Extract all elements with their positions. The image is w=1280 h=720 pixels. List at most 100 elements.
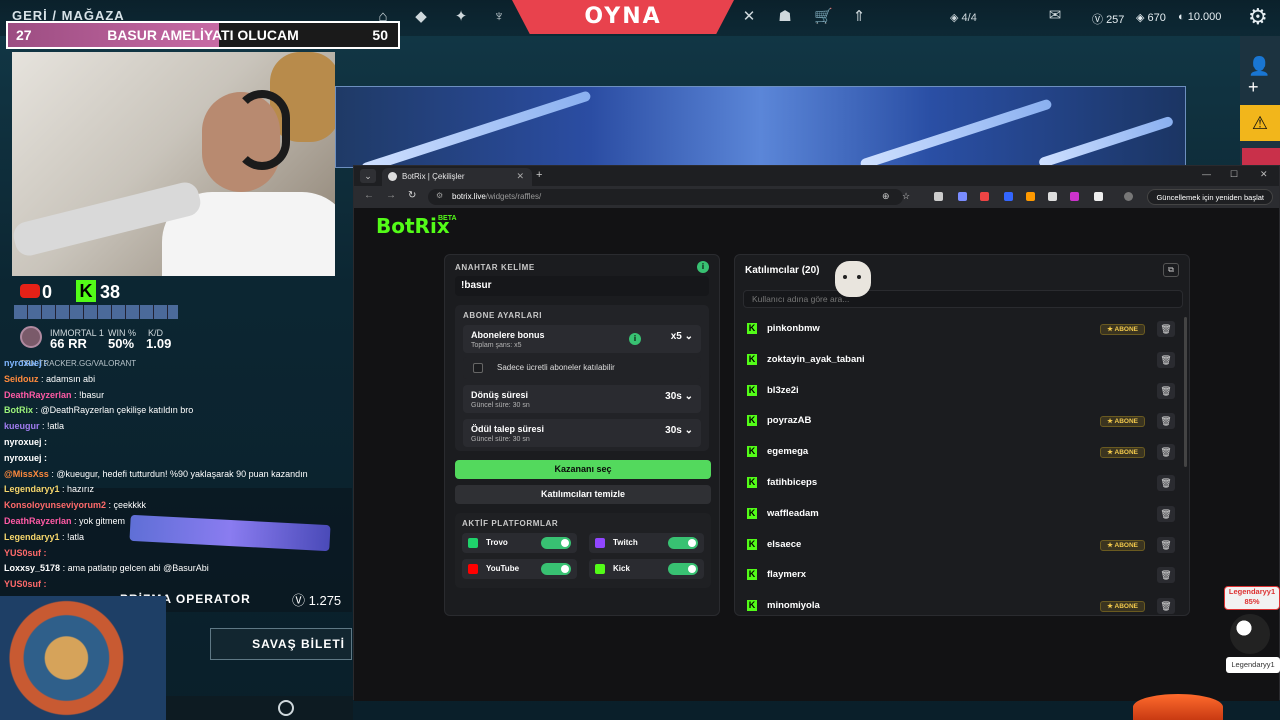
trash-icon[interactable]: 🗑 <box>1157 598 1175 615</box>
platform-toggle[interactable] <box>668 537 698 549</box>
store-banner[interactable] <box>335 86 1186 168</box>
trash-icon[interactable]: 🗑 <box>1157 536 1175 553</box>
kingdom-credits: ◐ 10.000 <box>1178 11 1222 23</box>
chat-username[interactable]: nyroxuej : <box>4 358 47 368</box>
duration-title: Dönüş süresi <box>471 390 529 400</box>
star-icon: ★ <box>1107 326 1115 333</box>
play-button[interactable]: OYNA <box>512 0 734 34</box>
extension-icon[interactable] <box>980 192 989 201</box>
match-history-avatars <box>14 305 178 319</box>
chat-text: : çeekkkk <box>108 500 147 511</box>
social-icon[interactable]: ☗ <box>776 8 794 26</box>
chat-username[interactable]: YUS0suf : <box>4 548 47 558</box>
participant-row: Kminomiyola ★ ABONE 🗑 <box>743 594 1181 615</box>
chat-username[interactable]: nyroxuej : <box>4 453 47 463</box>
participant-row: Kelsaece ★ ABONE 🗑 <box>743 533 1181 557</box>
update-restart-button[interactable]: Güncellemek için yeniden başlat <box>1147 189 1273 205</box>
forward-icon[interactable]: → <box>386 190 396 201</box>
address-bar[interactable]: ⚙ botrix.live/widgets/raffles/ ⊕ ☆ <box>428 189 910 205</box>
copy-icon[interactable]: ⧉ <box>1163 263 1179 277</box>
chat-username[interactable]: BotRix <box>4 405 33 415</box>
extension-icon[interactable] <box>958 192 967 201</box>
info-icon[interactable]: i <box>629 333 641 345</box>
trash-icon[interactable]: 🗑 <box>1157 351 1175 368</box>
subscriber-label: ABONE <box>1114 418 1138 426</box>
trash-icon[interactable]: 🗑 <box>1157 413 1175 430</box>
extensions-puzzle-icon[interactable] <box>1094 192 1103 201</box>
store-cart-icon[interactable]: 🛒 <box>814 8 833 26</box>
chat-username[interactable]: kueugur <box>4 421 40 431</box>
extension-icon[interactable] <box>1048 192 1057 201</box>
url-text: botrix.live/widgets/raffles/ <box>452 192 542 201</box>
back-icon[interactable]: ← <box>364 190 374 201</box>
extension-icon[interactable] <box>1026 192 1035 201</box>
new-tab-icon[interactable]: + <box>536 169 542 181</box>
extension-icon[interactable] <box>934 192 943 201</box>
sub-bonus-select[interactable]: x5 ⌄ <box>671 331 693 342</box>
trash-icon[interactable]: 🗑 <box>1157 505 1175 522</box>
only-paid-checkbox[interactable] <box>473 363 483 373</box>
agents-icon[interactable]: ◆ <box>412 8 430 26</box>
platform-name: Trovo <box>486 538 508 547</box>
trash-icon[interactable]: 🗑 <box>1157 444 1175 461</box>
battlepass-button[interactable]: SAVAŞ BİLETİ <box>210 628 352 660</box>
zoom-icon[interactable]: ⊕ <box>882 191 890 202</box>
chat-username[interactable]: @MissXss <box>4 469 49 479</box>
reload-icon[interactable]: ↻ <box>408 190 416 201</box>
info-icon[interactable]: i <box>697 261 709 273</box>
chat-username[interactable]: DeathRayzerlan <box>4 390 72 400</box>
platform-toggle[interactable] <box>668 563 698 575</box>
trash-icon[interactable]: 🗑 <box>1157 567 1175 584</box>
platform-toggle[interactable] <box>541 537 571 549</box>
chat-username[interactable]: Legendaryy1 <box>4 484 60 494</box>
tab-search-icon[interactable]: ⌄ <box>360 169 376 183</box>
keyword-title: ANAHTAR KELİME <box>455 263 535 272</box>
chat-username[interactable]: Loxxsy_5178 <box>4 563 60 573</box>
subscriber-label: ABONE <box>1114 603 1138 611</box>
claim-select[interactable]: 30s ⌄ <box>665 425 693 436</box>
participants-scrollbar[interactable] <box>1184 317 1187 467</box>
platform-toggle[interactable] <box>541 563 571 575</box>
extension-icon[interactable] <box>1004 192 1013 201</box>
duration-select[interactable]: 30s ⌄ <box>665 391 693 402</box>
subscriber-badge: ★ ABONE <box>1100 447 1145 459</box>
trash-icon[interactable]: 🗑 <box>1157 321 1175 337</box>
pick-winner-button[interactable]: Kazananı seç <box>455 460 711 479</box>
profile-avatar-icon[interactable] <box>1124 192 1133 201</box>
warning-icon[interactable]: ⚠ <box>1240 105 1280 141</box>
add-friend-icon[interactable]: 👤+ <box>1248 56 1280 98</box>
close-icon[interactable]: ✕ <box>516 171 524 182</box>
rank-icon[interactable]: ⇑ <box>850 8 868 26</box>
chat-username[interactable]: YUS0suf : <box>4 579 47 589</box>
browser-toolbar: ← → ↻ ⚙ botrix.live/widgets/raffles/ ⊕ ☆… <box>354 186 1279 208</box>
chat-username[interactable]: Seidouz <box>4 374 39 384</box>
battlepass-icon[interactable]: ♆ <box>490 8 508 26</box>
chat-username[interactable]: DeathRayzerlan <box>4 516 72 526</box>
bookmark-star-icon[interactable]: ☆ <box>902 191 910 202</box>
chat-message: nyroxuej : <box>4 437 47 447</box>
cat-avatar-icon <box>835 261 871 297</box>
minimize-icon[interactable]: — <box>1202 169 1211 179</box>
subscriber-badge: ★ ABONE <box>1100 539 1145 551</box>
chat-username[interactable]: Konsoloyunseviyorum2 <box>4 500 106 510</box>
maximize-icon[interactable]: ☐ <box>1230 169 1238 180</box>
clear-participants-button[interactable]: Katılımcıları temizle <box>455 485 711 504</box>
mail-icon[interactable]: ✉ <box>1046 7 1064 25</box>
trash-icon[interactable]: 🗑 <box>1157 475 1175 491</box>
extension-icon[interactable] <box>1070 192 1079 201</box>
keyword-input[interactable]: !basur <box>455 276 709 296</box>
chat-username[interactable]: nyroxuej : <box>4 437 47 447</box>
window-close-icon[interactable]: ✕ <box>1260 169 1268 180</box>
career-icon[interactable]: ✦ <box>452 8 470 26</box>
collection-icon[interactable]: ✕ <box>740 8 758 26</box>
chat-text: : hazırız <box>62 484 95 495</box>
participant-search-input[interactable]: Kullanıcı adına göre ara... <box>743 290 1183 308</box>
kick-count: 38 <box>100 282 121 302</box>
trash-icon[interactable]: 🗑 <box>1157 382 1175 399</box>
target-icon[interactable] <box>278 700 294 716</box>
claim-title: Ödül talep süresi <box>471 424 545 434</box>
chat-username[interactable]: Legendaryy1 <box>4 532 60 542</box>
tab-botrix[interactable]: BotRix | Çekilişler ✕ <box>382 168 532 186</box>
settings-gear-icon[interactable]: ⚙ <box>1248 4 1268 30</box>
site-info-icon[interactable]: ⚙ <box>436 191 443 200</box>
